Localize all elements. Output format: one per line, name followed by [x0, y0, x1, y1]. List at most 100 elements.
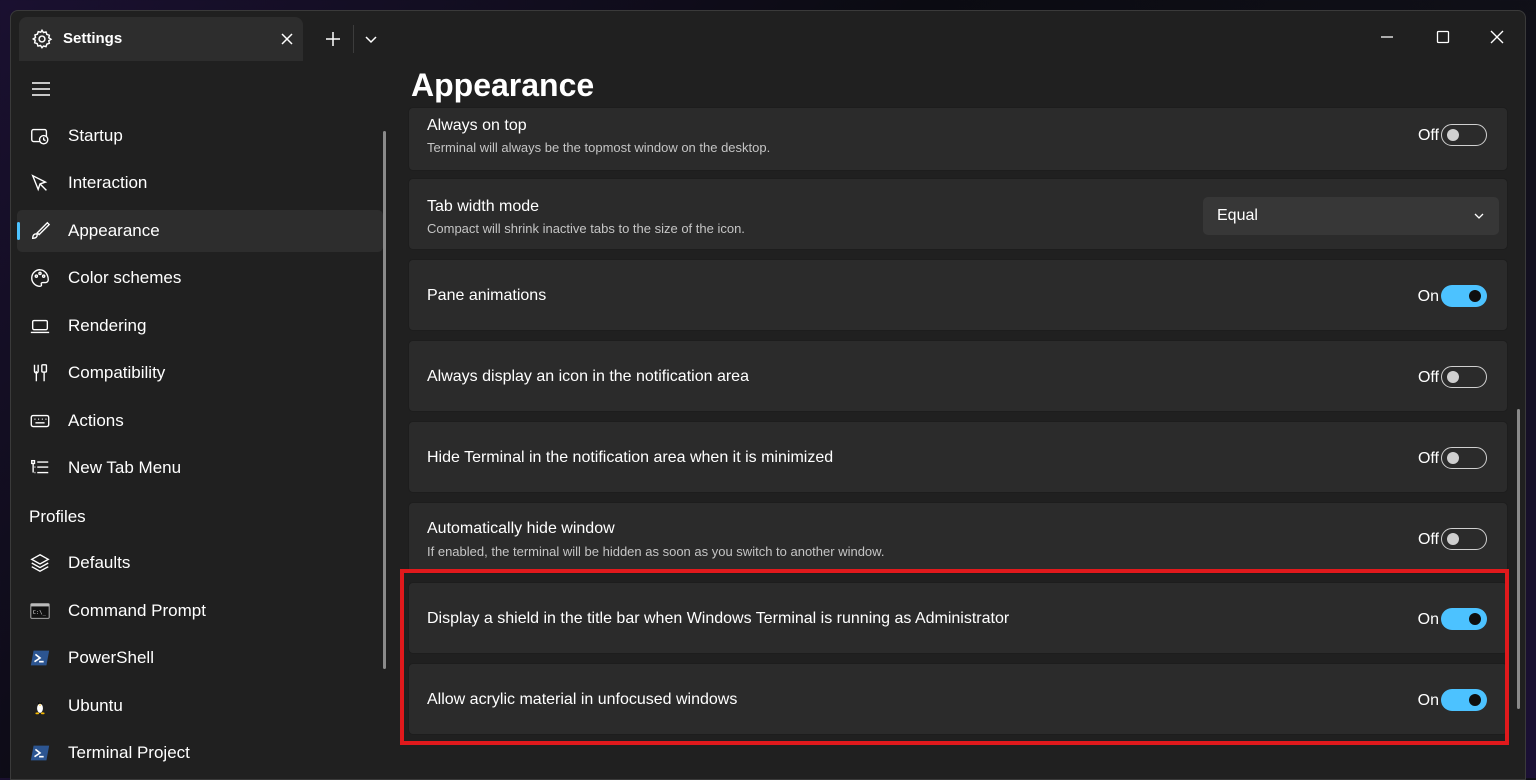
setting-title: Allow acrylic material in unfocused wind…	[427, 691, 738, 708]
hide-when-minimized-toggle[interactable]	[1441, 447, 1487, 469]
tab-separator	[353, 25, 354, 53]
page-title: Appearance	[411, 67, 595, 103]
sidebar-item-color-schemes[interactable]: Color schemes	[17, 257, 383, 299]
setting-title: Always display an icon in the notificati…	[427, 368, 749, 385]
sidebar-item-command-prompt[interactable]: C:\_ Command Prompt	[17, 590, 383, 632]
palette-icon	[31, 269, 49, 287]
pane-animations-toggle[interactable]	[1441, 285, 1487, 307]
title-bar: Settings	[11, 11, 1525, 69]
setting-notification-icon: Always display an icon in the notificati…	[408, 340, 1508, 412]
powershell-icon	[30, 650, 50, 666]
sidebar-item-interaction[interactable]: Interaction	[17, 162, 383, 204]
keyboard-icon	[30, 414, 50, 428]
tab-title: Settings	[63, 30, 123, 47]
brush-icon	[31, 221, 51, 240]
hamburger-menu-icon[interactable]	[29, 77, 53, 101]
tools-icon	[33, 364, 48, 382]
sidebar-item-label: Appearance	[68, 221, 160, 240]
toggle-state-label: Off	[1417, 369, 1439, 386]
setting-pane-animations: Pane animations On	[408, 259, 1508, 331]
notification-icon-toggle[interactable]	[1441, 366, 1487, 388]
setting-title: Pane animations	[427, 287, 547, 304]
close-tab-icon[interactable]	[275, 27, 299, 51]
setting-description: If enabled, the terminal will be hidden …	[427, 544, 885, 559]
toggle-knob	[1447, 129, 1459, 141]
settings-tab[interactable]: Settings	[19, 17, 303, 61]
list-icon	[31, 459, 49, 474]
sidebar-item-label: New Tab Menu	[68, 458, 182, 477]
setting-title: Tab width mode	[427, 198, 540, 215]
powershell-icon	[30, 745, 50, 761]
toggle-knob	[1469, 694, 1481, 706]
toggle-knob	[1447, 533, 1459, 545]
tab-width-mode-dropdown[interactable]: Equal	[1203, 197, 1499, 235]
dropdown-selected-value: Equal	[1217, 207, 1258, 224]
sidebar-item-label: Rendering	[68, 316, 147, 335]
profiles-header: Profiles	[29, 507, 86, 526]
setting-title: Automatically hide window	[427, 520, 615, 537]
toggle-knob	[1469, 290, 1481, 302]
sidebar-item-label: Terminal Project	[68, 743, 190, 762]
sidebar-item-label: Startup	[68, 126, 123, 145]
sidebar-item-label: Command Prompt	[68, 601, 206, 620]
toggle-state-label: On	[1417, 692, 1439, 709]
toggle-knob	[1469, 613, 1481, 625]
acrylic-unfocused-toggle[interactable]	[1441, 689, 1487, 711]
cmd-icon: C:\_	[30, 603, 50, 619]
svg-text:C:\_: C:\_	[33, 610, 47, 616]
sidebar-item-ubuntu[interactable]: Ubuntu	[17, 685, 383, 727]
admin-shield-toggle[interactable]	[1441, 608, 1487, 630]
setting-always-on-top: Always on top Terminal will always be th…	[408, 107, 1508, 171]
sidebar-item-compatibility[interactable]: Compatibility	[17, 352, 383, 394]
chevron-down-icon[interactable]	[359, 27, 383, 51]
sidebar-scrollbar[interactable]	[383, 131, 386, 669]
setting-admin-shield: Display a shield in the title bar when W…	[408, 582, 1508, 654]
setting-hide-when-minimized: Hide Terminal in the notification area w…	[408, 421, 1508, 493]
toggle-state-label: Off	[1417, 127, 1439, 144]
selection-indicator	[17, 222, 20, 240]
sidebar-item-label: Interaction	[68, 173, 148, 192]
toggle-state-label: Off	[1417, 450, 1439, 467]
setting-auto-hide-window: Automatically hide window If enabled, th…	[408, 502, 1508, 574]
setting-acrylic-unfocused: Allow acrylic material in unfocused wind…	[408, 663, 1508, 735]
toggle-state-label: On	[1417, 288, 1439, 305]
close-icon[interactable]	[1485, 25, 1509, 49]
setting-title: Always on top	[427, 117, 527, 134]
gear-icon	[31, 28, 53, 49]
sidebar-item-new-tab-menu[interactable]: New Tab Menu	[17, 447, 383, 489]
chevron-down-icon	[1474, 213, 1484, 219]
always-on-top-toggle[interactable]	[1441, 124, 1487, 146]
sidebar-item-appearance[interactable]: Appearance	[17, 210, 383, 252]
sidebar-item-label: PowerShell	[68, 648, 154, 667]
linux-penguin-icon	[35, 700, 45, 715]
sidebar-item-label: Color schemes	[68, 268, 182, 287]
sidebar-item-label: Actions	[68, 411, 124, 430]
content-scrollbar[interactable]	[1517, 409, 1520, 709]
sidebar-nav: Startup Interaction Appearance Color sch…	[11, 111, 391, 779]
auto-hide-window-toggle[interactable]	[1441, 528, 1487, 550]
startup-icon	[31, 128, 49, 145]
pointer-icon	[31, 174, 48, 192]
terminal-settings-window: Settings Startup Interaction Appearance …	[10, 10, 1526, 780]
layers-icon	[30, 553, 50, 573]
sidebar-item-defaults[interactable]: Defaults	[17, 542, 383, 584]
sidebar-item-powershell[interactable]: PowerShell	[17, 637, 383, 679]
maximize-icon[interactable]	[1431, 25, 1455, 49]
sidebar-item-terminal-project[interactable]: Terminal Project	[17, 732, 383, 774]
setting-title: Hide Terminal in the notification area w…	[427, 449, 834, 466]
setting-tab-width-mode: Tab width mode Compact will shrink inact…	[408, 178, 1508, 250]
toggle-knob	[1447, 452, 1459, 464]
sidebar-item-rendering[interactable]: Rendering	[17, 305, 383, 347]
minimize-icon[interactable]	[1375, 25, 1399, 49]
sidebar-item-label: Ubuntu	[68, 696, 123, 715]
toggle-state-label: On	[1417, 611, 1439, 628]
setting-description: Compact will shrink inactive tabs to the…	[427, 221, 745, 236]
sidebar-item-label: Defaults	[68, 553, 131, 572]
setting-title: Display a shield in the title bar when W…	[427, 610, 1010, 627]
toggle-knob	[1447, 371, 1459, 383]
setting-description: Terminal will always be the topmost wind…	[427, 140, 771, 155]
sidebar-item-actions[interactable]: Actions	[17, 400, 383, 442]
sidebar-item-startup[interactable]: Startup	[17, 115, 383, 157]
sidebar-item-label: Compatibility	[68, 363, 166, 382]
plus-icon[interactable]	[321, 27, 345, 51]
